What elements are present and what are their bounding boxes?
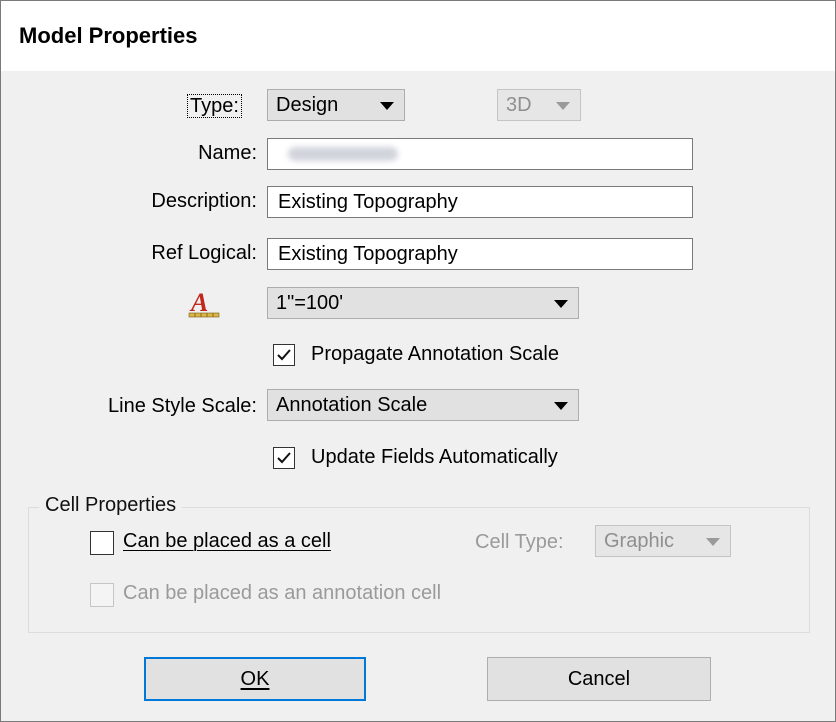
ok-button-label: OK: [240, 668, 270, 690]
annotation-scale-dropdown[interactable]: 1"=100': [267, 287, 579, 319]
propagate-annotation-scale-checkbox[interactable]: [273, 344, 295, 366]
description-value: Existing Topography: [278, 191, 458, 213]
checkmark-icon: [277, 349, 291, 361]
description-input[interactable]: Existing Topography: [267, 186, 693, 218]
type-label: Type:: [187, 94, 242, 118]
line-style-scale-dropdown[interactable]: Annotation Scale: [267, 389, 579, 421]
chevron-down-icon: [554, 300, 568, 308]
cancel-button[interactable]: Cancel: [487, 657, 711, 701]
cell-type-value: Graphic: [604, 530, 675, 552]
name-input[interactable]: [267, 138, 693, 170]
cancel-button-label: Cancel: [567, 668, 631, 690]
placed-as-annotation-cell-label: Can be placed as an annotation cell: [123, 582, 442, 604]
redacted-name: [288, 147, 398, 161]
ok-button[interactable]: OK: [144, 657, 366, 701]
update-fields-automatically-label: Update Fields Automatically: [311, 446, 558, 468]
dialog-title: Model Properties: [19, 23, 198, 48]
ref-logical-input[interactable]: Existing Topography: [267, 238, 693, 270]
ref-logical-label: Ref Logical:: [151, 242, 257, 264]
model-properties-dialog: Model Properties Type: Design 3D Name: D…: [0, 0, 836, 722]
description-label: Description:: [151, 190, 257, 212]
dimension-value: 3D: [506, 94, 532, 116]
ref-logical-value: Existing Topography: [278, 243, 458, 265]
cell-properties-group-label: Cell Properties: [39, 494, 183, 517]
cell-type-label: Cell Type:: [475, 531, 564, 553]
dimension-dropdown: 3D: [497, 89, 581, 121]
title-bar: Model Properties: [1, 1, 835, 71]
placed-as-annotation-cell-checkbox: [90, 583, 114, 607]
chevron-down-icon: [380, 102, 394, 110]
name-label: Name:: [198, 142, 257, 164]
chevron-down-icon: [554, 402, 568, 410]
placed-as-cell-checkbox[interactable]: [90, 531, 114, 555]
cell-type-dropdown: Graphic: [595, 525, 731, 557]
checkmark-icon: [277, 452, 291, 464]
type-dropdown[interactable]: Design: [267, 89, 405, 121]
line-style-scale-label: Line Style Scale:: [108, 395, 257, 417]
annotation-scale-icon: A: [187, 288, 223, 319]
propagate-annotation-scale-label: Propagate Annotation Scale: [311, 343, 559, 365]
update-fields-automatically-checkbox[interactable]: [273, 447, 295, 469]
chevron-down-icon: [556, 102, 570, 110]
annotation-scale-value: 1"=100': [276, 292, 344, 314]
placed-as-cell-label: Can be placed as a cell: [123, 530, 331, 552]
line-style-scale-value: Annotation Scale: [276, 394, 428, 416]
chevron-down-icon: [706, 538, 720, 546]
type-value: Design: [276, 94, 339, 116]
